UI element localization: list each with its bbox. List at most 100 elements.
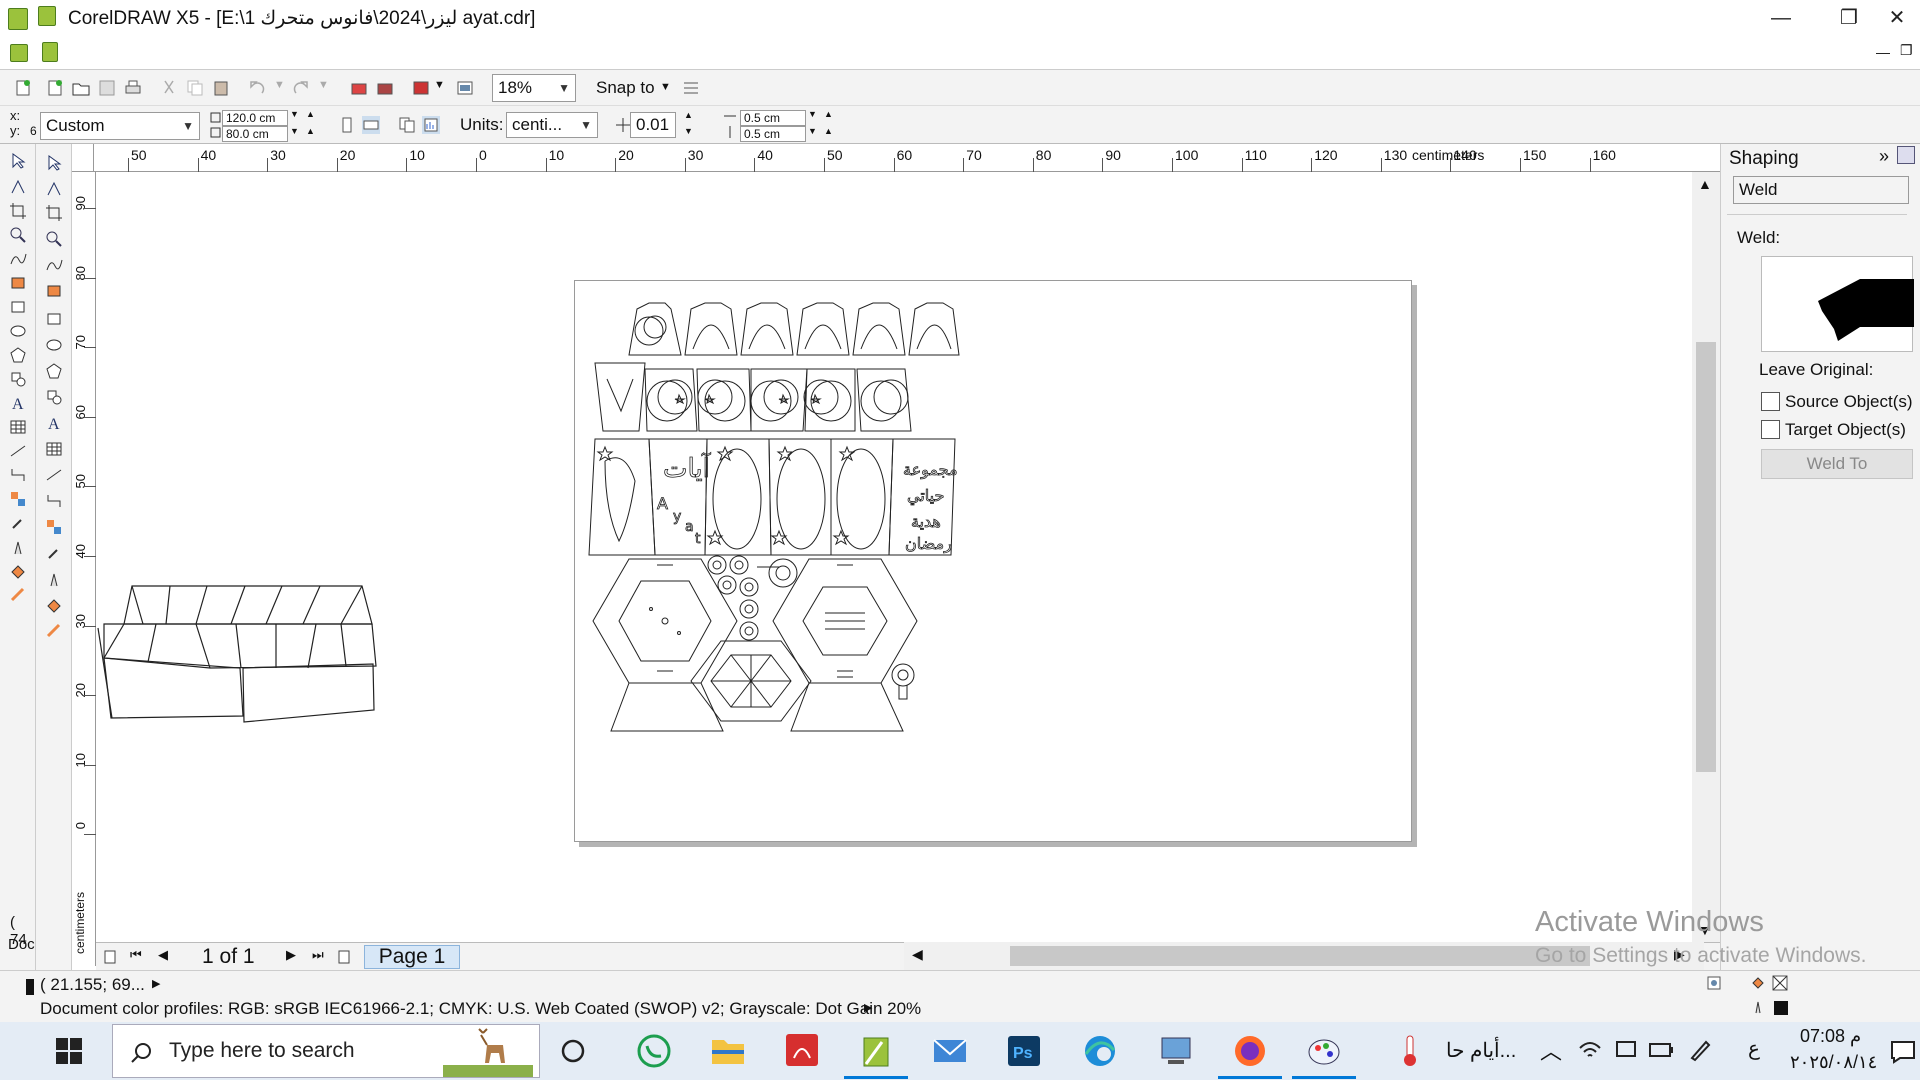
file-explorer-icon[interactable]	[704, 1028, 752, 1074]
smart-fill-tool-icon[interactable]	[9, 274, 27, 292]
polygon-2-icon[interactable]	[45, 362, 63, 380]
freehand-tool-icon[interactable]	[9, 250, 27, 268]
minimize-button[interactable]: —	[1756, 4, 1806, 32]
blend-2-icon[interactable]	[45, 518, 63, 536]
curve-tool-icon[interactable]	[45, 256, 63, 274]
weather-text[interactable]: أيام حا...	[1446, 1038, 1516, 1063]
docker-collapse-icon[interactable]: »	[1879, 146, 1889, 167]
drawing-canvas[interactable]: آيات A y a t مجموعة حياتي هدية رمضان	[96, 172, 1696, 942]
outline-color-swatch[interactable]	[1774, 1001, 1788, 1015]
computer-icon[interactable]	[1152, 1028, 1200, 1074]
paint-icon[interactable]	[1300, 1028, 1348, 1074]
mail-icon[interactable]	[926, 1028, 974, 1074]
smart-fill-2-icon[interactable]	[45, 282, 63, 300]
undo-icon[interactable]	[248, 79, 266, 97]
table-tool-icon[interactable]	[9, 418, 27, 436]
taskbar-search-box[interactable]: Type here to search	[112, 1024, 540, 1078]
wifi-icon[interactable]	[1578, 1038, 1602, 1062]
basic-shapes-tool-icon[interactable]	[9, 370, 27, 388]
add-page-after-icon[interactable]	[336, 949, 352, 965]
display-icon[interactable]	[1614, 1038, 1638, 1062]
basic-shapes-2-icon[interactable]	[45, 388, 63, 406]
current-page-icon[interactable]	[422, 116, 440, 134]
battery-icon[interactable]	[1648, 1038, 1676, 1062]
dup-y-down-icon[interactable]: ▼	[808, 126, 817, 136]
connector-2-icon[interactable]	[45, 492, 63, 510]
text-tool-2-icon[interactable]: A	[45, 414, 63, 432]
weather-icon[interactable]	[1398, 1034, 1422, 1068]
dup-x-down-icon[interactable]: ▼	[808, 109, 817, 119]
publish-pdf-icon[interactable]	[412, 79, 430, 97]
copy-icon[interactable]	[186, 79, 204, 97]
notifications-icon[interactable]	[1890, 1040, 1916, 1064]
ruler-origin[interactable]	[72, 144, 94, 172]
vertical-scrollbar[interactable]: ▲ ▼	[1692, 172, 1720, 942]
publish-dropdown-icon[interactable]: ▼	[434, 79, 445, 91]
acrobat-icon[interactable]	[778, 1028, 826, 1074]
task-view-icon[interactable]	[560, 1038, 586, 1064]
fill-tool-icon[interactable]	[9, 562, 27, 580]
horizontal-ruler[interactable]: 50 40 30 20 10 0 10 20 30 40 50 60 70 80 90 100 110 120 13…	[94, 144, 1720, 172]
interactive-fill-tool-icon[interactable]	[9, 586, 27, 604]
zoom-tool-2-icon[interactable]	[45, 230, 63, 248]
weld-to-button[interactable]: Weld To	[1761, 449, 1913, 479]
nudge-field[interactable]: 0.01 c	[630, 112, 676, 158]
pen-icon[interactable]	[1688, 1038, 1712, 1062]
corel-app-icon[interactable]	[8, 8, 28, 30]
coreldraw-taskbar-icon[interactable]	[852, 1028, 900, 1074]
pick-tool-icon[interactable]	[9, 152, 27, 170]
rectangle-2-icon[interactable]	[45, 310, 63, 328]
dimension-tool-icon[interactable]	[9, 442, 27, 460]
zoom-level-combo[interactable]: 18% ▼	[492, 74, 576, 102]
outline-pen-tool-icon[interactable]	[9, 538, 27, 556]
doc-minimize-icon[interactable]: —	[1876, 44, 1890, 60]
ellipse-tool-icon[interactable]	[9, 322, 27, 340]
options-icon[interactable]	[682, 79, 700, 97]
eyedropper-2-icon[interactable]	[45, 544, 63, 562]
lantern-laser-design[interactable]: آيات A y a t مجموعة حياتي هدية رمضان	[585, 291, 1005, 831]
undo-dropdown-icon[interactable]: ▼	[274, 79, 285, 91]
outline-2-icon[interactable]	[45, 570, 63, 588]
open-icon[interactable]	[72, 79, 90, 97]
import-icon[interactable]	[350, 79, 368, 97]
blend-tool-icon[interactable]	[9, 490, 27, 508]
photoshop-icon[interactable]: Ps	[1000, 1028, 1048, 1074]
vertical-ruler[interactable]: 90 80 70 60 50 40 30 20 10 0 centimeters	[72, 172, 96, 966]
table-tool-2-icon[interactable]	[45, 440, 63, 458]
restore-button[interactable]: ❐	[1824, 4, 1874, 32]
new-icon[interactable]	[14, 79, 32, 97]
cut-icon[interactable]	[160, 79, 178, 97]
page-width-field[interactable]: 120.0 cm	[222, 110, 288, 126]
landscape-icon[interactable]	[362, 116, 380, 134]
width-spin-up-icon[interactable]: ▲	[306, 109, 315, 119]
duplicate-y-field[interactable]: 0.5 cm	[740, 126, 806, 142]
duplicate-x-field[interactable]: 0.5 cm	[740, 110, 806, 126]
windows-start-icon[interactable]	[56, 1038, 82, 1064]
next-page-icon[interactable]: ▶	[286, 947, 296, 963]
page-height-field[interactable]: 80.0 cm	[222, 126, 288, 142]
show-hidden-icons-chevron-icon[interactable]: ︿	[1540, 1034, 1562, 1066]
whatsapp-icon[interactable]	[630, 1028, 678, 1074]
zoom-tool-icon[interactable]	[9, 226, 27, 244]
save-icon[interactable]	[98, 79, 116, 97]
redo-icon[interactable]	[292, 79, 310, 97]
shape-tool-icon[interactable]	[9, 178, 27, 196]
doc-menu-icon[interactable]	[42, 42, 58, 62]
source-objects-checkbox[interactable]	[1761, 392, 1780, 411]
vertical-scroll-thumb[interactable]	[1696, 342, 1716, 772]
shaping-mode-combo[interactable]: Weld	[1733, 176, 1909, 204]
add-page-before-icon[interactable]	[102, 949, 118, 965]
docker-tab-icon[interactable]	[1897, 146, 1915, 164]
edge-icon[interactable]	[1076, 1028, 1124, 1074]
color-eyedropper-tool-icon[interactable]	[9, 514, 27, 532]
horizontal-scroll-thumb[interactable]	[1010, 946, 1590, 966]
coords-expand-icon[interactable]: ▶	[152, 977, 160, 990]
close-button[interactable]: ✕	[1872, 4, 1920, 32]
page-1-tab[interactable]: Page 1	[364, 945, 460, 969]
height-spin-up-icon[interactable]: ▲	[306, 126, 315, 136]
clock-time[interactable]: 07:08 م	[1800, 1026, 1861, 1047]
target-objects-checkbox[interactable]	[1761, 420, 1780, 439]
interactive-fill-2-icon[interactable]	[45, 622, 63, 640]
shape-tool-2-icon[interactable]	[45, 180, 63, 198]
crop-tool-2-icon[interactable]	[45, 204, 63, 222]
